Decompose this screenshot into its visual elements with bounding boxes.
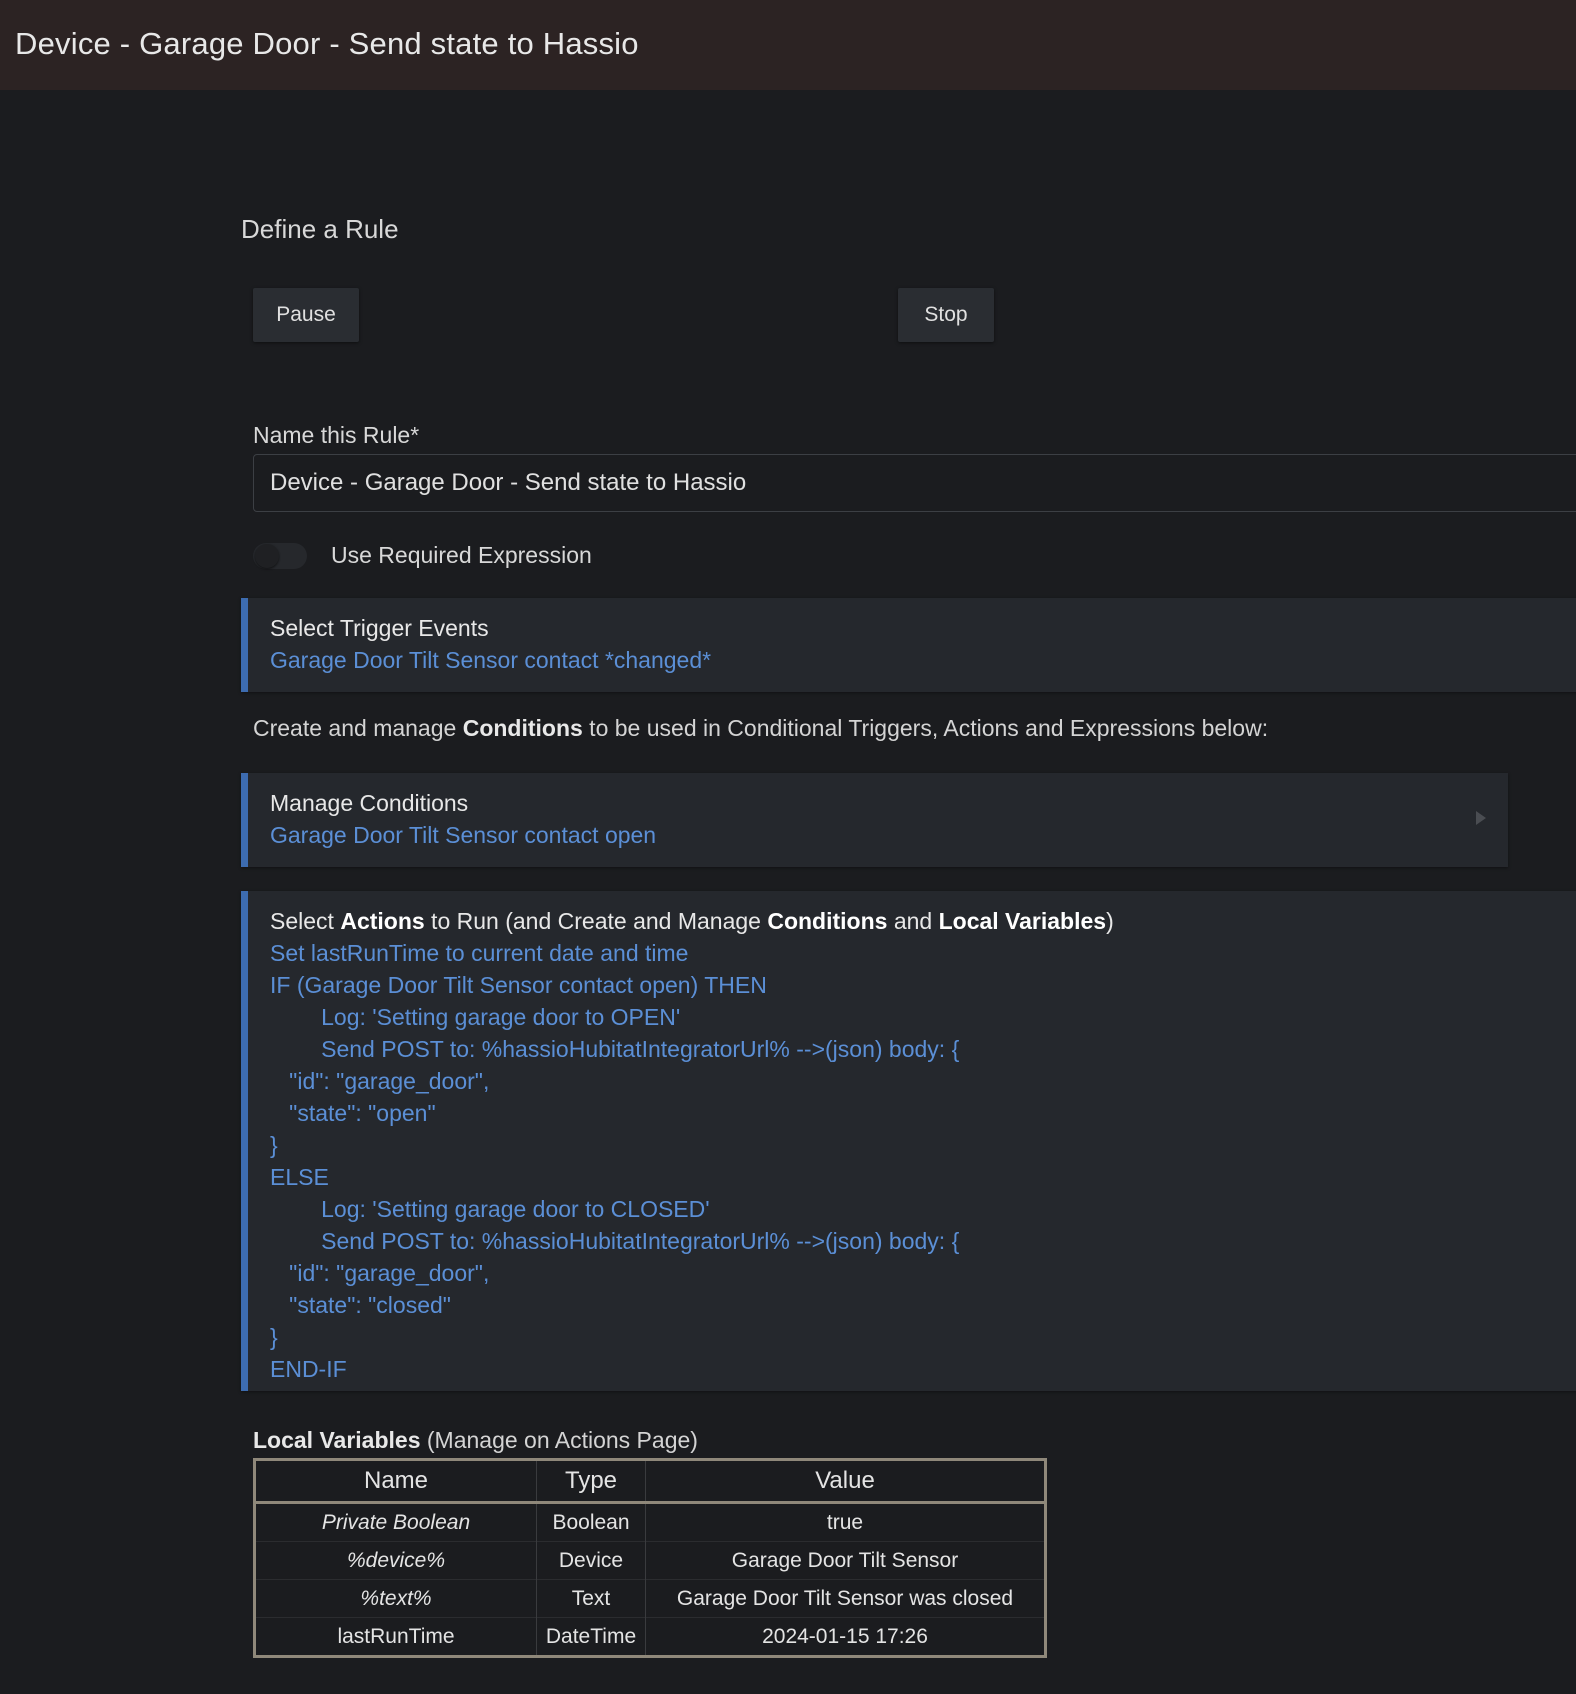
local-variables-title-suffix: (Manage on Actions Page) — [420, 1427, 698, 1453]
variable-name-cell: %device% — [254, 1541, 537, 1580]
conditions-panel-title: Manage Conditions — [270, 790, 469, 816]
pause-button[interactable]: Pause — [253, 288, 359, 342]
action-line[interactable]: Send POST to: %hassioHubitatIntegratorUr… — [270, 1033, 1576, 1065]
action-line[interactable]: Log: 'Setting garage door to OPEN' — [270, 1001, 1576, 1033]
variable-type-cell: Device — [536, 1541, 646, 1580]
section-title: Define a Rule — [241, 214, 399, 244]
action-line[interactable]: } — [270, 1129, 1576, 1161]
local-variables-table: Name Type Value Private Boolean Boolean … — [253, 1458, 1047, 1658]
variable-name-cell: Private Boolean — [254, 1502, 537, 1542]
column-header-name: Name — [254, 1459, 537, 1504]
local-variables-title-bold: Local Variables — [253, 1427, 421, 1453]
action-line[interactable]: Send POST to: %hassioHubitatIntegratorUr… — [270, 1225, 1576, 1257]
actions-title-part: and — [887, 908, 939, 934]
column-header-type: Type — [536, 1459, 646, 1504]
actions-title-part: ) — [1106, 908, 1114, 934]
actions-title-part: to Run (and Create and Manage — [424, 908, 768, 934]
variable-name-cell: %text% — [254, 1579, 537, 1618]
app-header: Device - Garage Door - Send state to Has… — [0, 0, 1576, 90]
toggle-knob — [255, 544, 279, 568]
action-line[interactable]: END-IF — [270, 1353, 1576, 1385]
action-line[interactable]: IF (Garage Door Tilt Sensor contact open… — [270, 969, 1576, 1001]
conditions-intro-prefix: Create and manage — [253, 715, 463, 741]
action-line[interactable]: "id": "garage_door", — [270, 1065, 1576, 1097]
variable-value-cell: Garage Door Tilt Sensor — [645, 1541, 1046, 1580]
table-header-row: Name Type Value — [254, 1459, 1046, 1504]
column-header-value: Value — [645, 1459, 1046, 1504]
action-line[interactable]: Log: 'Setting garage door to CLOSED' — [270, 1193, 1576, 1225]
action-line[interactable]: "id": "garage_door", — [270, 1257, 1576, 1289]
action-line[interactable]: ELSE — [270, 1161, 1576, 1193]
action-line[interactable]: "state": "closed" — [270, 1289, 1576, 1321]
trigger-panel-title: Select Trigger Events — [270, 615, 489, 641]
actions-title-part: Select — [270, 908, 341, 934]
required-expression-label: Use Required Expression — [331, 542, 592, 568]
rule-name-label: Name this Rule* — [253, 422, 420, 448]
variable-value-cell: true — [645, 1502, 1046, 1542]
variable-type-cell: DateTime — [536, 1617, 646, 1657]
page-title: Device - Garage Door - Send state to Has… — [15, 26, 639, 61]
action-line[interactable]: } — [270, 1321, 1576, 1353]
table-row: %device% Device Garage Door Tilt Sensor — [254, 1541, 1046, 1580]
action-line[interactable]: "state": "open" — [270, 1097, 1576, 1129]
variable-type-cell: Text — [536, 1579, 646, 1618]
conditions-intro-suffix: to be used in Conditional Triggers, Acti… — [582, 715, 1269, 741]
trigger-event-link[interactable]: Garage Door Tilt Sensor contact *changed… — [270, 644, 1576, 676]
chevron-right-icon — [1476, 811, 1486, 825]
rule-name-input[interactable] — [253, 454, 1576, 512]
variable-value-cell: Garage Door Tilt Sensor was closed — [645, 1579, 1046, 1618]
table-row: %text% Text Garage Door Tilt Sensor was … — [254, 1579, 1046, 1618]
table-row: lastRunTime DateTime 2024-01-15 17:26 — [254, 1617, 1046, 1657]
actions-title-bold: Actions — [340, 908, 425, 934]
actions-panel-title: Select Actions to Run (and Create and Ma… — [270, 905, 1576, 937]
action-line[interactable]: Set lastRunTime to current date and time — [270, 937, 1576, 969]
variable-type-cell: Boolean — [536, 1502, 646, 1542]
variable-name-cell: lastRunTime — [254, 1617, 537, 1657]
stop-button[interactable]: Stop — [898, 288, 994, 342]
actions-title-bold: Local Variables — [938, 908, 1107, 934]
conditions-intro-bold: Conditions — [462, 715, 583, 741]
local-variables-title: Local Variables (Manage on Actions Page) — [253, 1427, 698, 1454]
required-expression-toggle[interactable] — [253, 543, 307, 569]
trigger-events-panel[interactable]: Select Trigger Events Garage Door Tilt S… — [241, 598, 1576, 692]
main-content: Define a Rule Pause Stop Name this Rule*… — [0, 90, 1576, 1694]
conditions-intro: Create and manage Conditions to be used … — [253, 715, 1268, 742]
condition-link[interactable]: Garage Door Tilt Sensor contact open — [270, 819, 1508, 851]
actions-title-bold: Conditions — [767, 908, 888, 934]
manage-conditions-panel[interactable]: Manage Conditions Garage Door Tilt Senso… — [241, 773, 1508, 867]
table-row: Private Boolean Boolean true — [254, 1502, 1046, 1542]
variable-value-cell: 2024-01-15 17:26 — [645, 1617, 1046, 1657]
actions-panel[interactable]: Select Actions to Run (and Create and Ma… — [241, 891, 1576, 1391]
